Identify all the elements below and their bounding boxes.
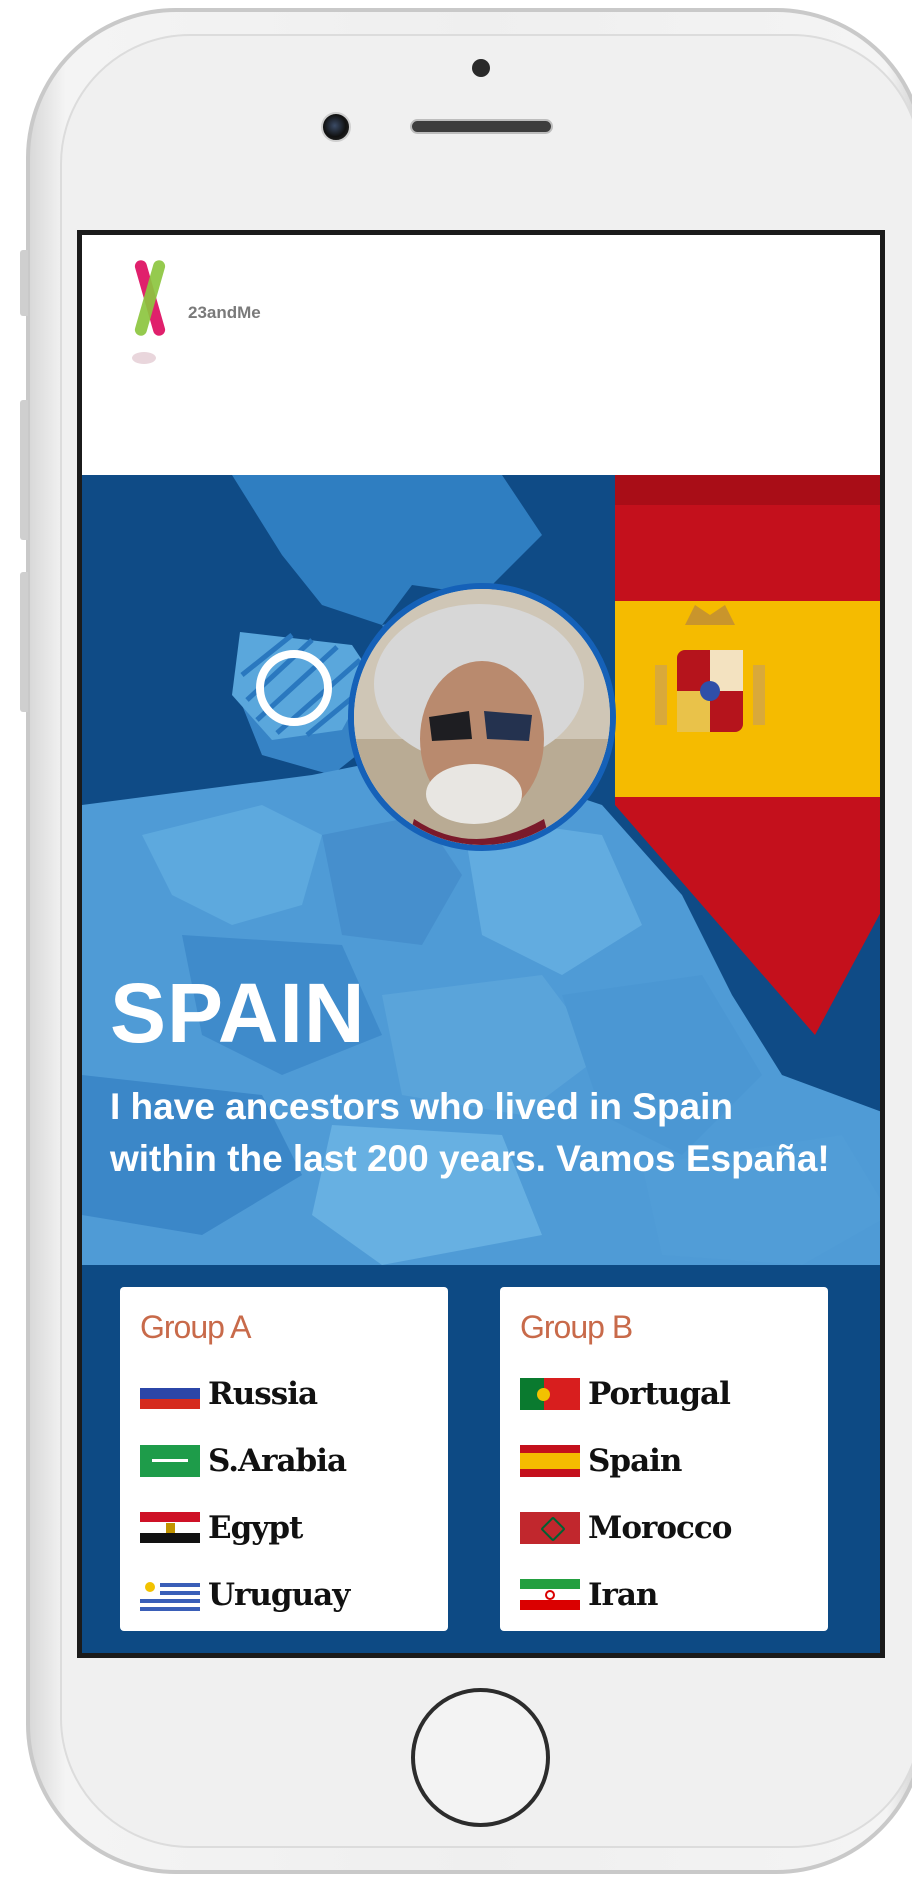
team-row: Iran	[520, 1561, 808, 1628]
brand-logo: 23andMe	[120, 255, 261, 364]
team-row: S.Arabia	[140, 1427, 428, 1494]
team-row: Spain	[520, 1427, 808, 1494]
team-name: Egypt	[208, 1509, 303, 1546]
team-name: Iran	[588, 1576, 658, 1613]
egypt-flag-icon	[140, 1511, 200, 1544]
team-row: Portugal	[520, 1360, 808, 1427]
spain-flag-icon	[520, 1444, 580, 1477]
earpiece-speaker	[410, 119, 553, 134]
team-row: Uruguay	[140, 1561, 428, 1628]
mute-switch	[20, 250, 28, 316]
spain-flag-banner	[615, 475, 880, 1035]
team-row: Egypt	[140, 1494, 428, 1561]
volume-up-button	[20, 400, 28, 540]
23andme-logo-icon	[132, 260, 166, 364]
brand-name: 23andMe	[188, 303, 261, 322]
saudi-arabia-flag-icon	[140, 1444, 200, 1477]
group-title: Group B	[520, 1309, 633, 1345]
front-camera-icon	[321, 112, 351, 142]
ancestry-banner: SPAIN I have ancestors who lived in Spai…	[82, 475, 880, 1265]
screen: 23andMe SPAIN I have ancestors who lived…	[77, 230, 885, 1658]
proximity-sensor	[472, 59, 490, 77]
team-row: Russia	[140, 1360, 428, 1427]
portugal-flag-icon	[520, 1377, 580, 1410]
uruguay-flag-icon	[140, 1578, 200, 1611]
team-name: Uruguay	[208, 1576, 350, 1613]
profile-avatar	[348, 583, 616, 851]
iran-flag-icon	[520, 1578, 580, 1611]
team-name: Morocco	[588, 1509, 732, 1546]
group-title: Group A	[140, 1309, 251, 1345]
russia-flag-icon	[140, 1377, 200, 1410]
home-button[interactable]	[411, 1688, 550, 1827]
world-cup-groups: Group A Russia S.Arabia Egypt Uruguay Gr…	[82, 1265, 880, 1653]
group-a-card: Group A Russia S.Arabia Egypt Uruguay	[120, 1287, 448, 1631]
team-name: Portugal	[588, 1375, 731, 1412]
team-name: Spain	[588, 1442, 682, 1479]
team-name: Russia	[208, 1375, 318, 1412]
group-b-card: Group B Portugal Spain Morocco Iran	[500, 1287, 828, 1631]
profile-photo	[354, 589, 610, 845]
ancestry-message: I have ancestors who lived in Spain with…	[110, 1086, 830, 1179]
team-row: Morocco	[520, 1494, 808, 1561]
country-title: SPAIN	[110, 966, 366, 1060]
volume-down-button	[20, 572, 28, 712]
team-name: S.Arabia	[208, 1442, 347, 1479]
morocco-flag-icon	[520, 1511, 580, 1544]
